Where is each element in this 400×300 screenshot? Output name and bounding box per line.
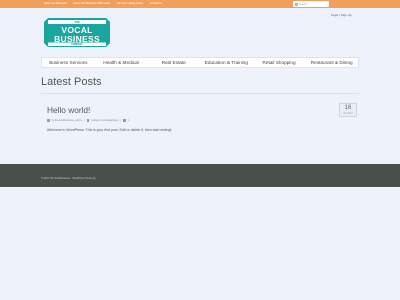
top-links: Help Your Business Grow Your Business Wi… — [44, 2, 163, 5]
post-meta: by thevocalbusiness_admin | posted in Un… — [47, 119, 129, 122]
date-badge: 16 Jun 2021 — [339, 103, 357, 117]
post-excerpt: Welcome to WordPress. This is your first… — [47, 128, 172, 132]
nav-item-retail-shopping[interactable]: Retail Shopping — [253, 58, 306, 67]
nav-item-health-medical[interactable]: Health & Medical — [95, 58, 148, 67]
top-link-help[interactable]: Help Your Business — [44, 2, 67, 5]
login-signup-link[interactable]: Login | Sign Up — [331, 13, 351, 17]
page-title: Latest Posts — [41, 76, 102, 88]
top-link-grow[interactable]: Grow Your Business With Vocal — [74, 2, 110, 5]
top-link-contact[interactable]: Contact Us — [150, 2, 163, 5]
post-title-link[interactable]: Hello world! — [47, 105, 90, 115]
date-month: Jun 2021 — [343, 112, 353, 115]
nav-item-education-training[interactable]: Education & Training — [200, 58, 253, 67]
site-footer — [0, 164, 400, 187]
top-link-listing[interactable]: Get Your Listing Today — [117, 2, 143, 5]
post-card: Hello world! 16 Jun 2021 by thevocalbusi… — [41, 100, 359, 146]
search-placeholder: Search... — [299, 2, 310, 6]
search-input[interactable]: Search... — [293, 1, 329, 7]
site-logo[interactable]: THE VOCAL BUSINESS COMPANY — [44, 16, 110, 49]
title-divider — [41, 93, 359, 94]
footer-credits: © 2021 The Vocal Business · WordPress Th… — [41, 177, 96, 180]
post-author[interactable]: by thevocalbusiness_admin — [52, 119, 83, 122]
meta-separator: | — [120, 119, 121, 122]
main-nav: Business Services Health & Medical Real … — [41, 57, 359, 68]
nav-item-restaurant-dining[interactable]: Restaurant & Dining — [305, 58, 358, 67]
meta-separator: | — [84, 119, 85, 122]
top-bar: Help Your Business Grow Your Business Wi… — [0, 0, 400, 8]
search-icon — [295, 2, 298, 6]
nav-item-real-estate[interactable]: Real Estate — [147, 58, 200, 67]
user-icon — [47, 119, 50, 122]
logo-top-text: THE — [74, 21, 80, 24]
logo-line2: BUSINESS — [54, 34, 100, 44]
folder-icon — [86, 119, 90, 122]
post-category[interactable]: posted in Uncategorized — [91, 119, 118, 122]
post-comment-count[interactable]: 1 — [128, 119, 129, 122]
nav-item-business-services[interactable]: Business Services — [42, 58, 95, 67]
logo-bottom-text: COMPANY — [71, 44, 83, 46]
comment-icon — [123, 119, 126, 122]
date-day: 16 — [344, 105, 352, 111]
